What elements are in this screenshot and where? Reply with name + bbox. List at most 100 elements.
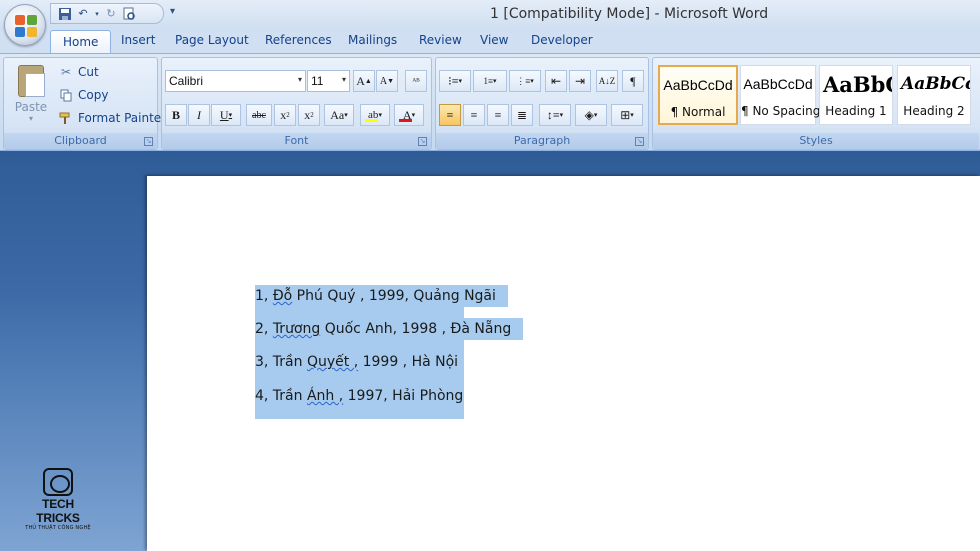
office-button[interactable] (4, 4, 46, 46)
watermark-subtitle: THỦ THUẬT CÔNG NGHỆ (25, 525, 91, 531)
spelling-flag: Trương (272, 321, 321, 337)
paint-bucket-icon: ◈ (584, 107, 594, 122)
bullets-button[interactable]: ⁝≡ ▾ (439, 70, 471, 92)
tab-insert[interactable]: Insert (121, 33, 155, 47)
tab-page-layout[interactable]: Page Layout (175, 33, 249, 47)
borders-button[interactable]: ⊞ ▾ (611, 104, 643, 126)
redo-icon[interactable]: ↻ (103, 6, 119, 22)
title-bar: ↶ ▾ ↻ ▾ 1 [Compatibility Mode] - Microso… (0, 0, 980, 28)
watermark-title: TECH TRICKS (36, 497, 80, 525)
line-rest: Quốc Anh, 1998 , Đà Nẵng (320, 321, 512, 337)
paragraph-dialog-launcher-icon[interactable]: ↘ (635, 137, 644, 146)
paste-dropdown-icon[interactable]: ▾ (10, 114, 52, 123)
superscript-button[interactable]: x2 (298, 104, 320, 126)
font-dialog-launcher-icon[interactable]: ↘ (418, 137, 427, 146)
styles-group-label: Styles (653, 133, 979, 149)
decrease-indent-button[interactable]: ⇤ (545, 70, 567, 92)
spelling-flag: Ánh , (306, 388, 344, 404)
print-preview-icon[interactable] (121, 6, 137, 22)
bold-button[interactable]: B (165, 104, 187, 126)
italic-button[interactable]: I (188, 104, 210, 126)
style-name: ¶ Normal (670, 105, 726, 119)
paste-button[interactable]: Paste ▾ (10, 62, 52, 126)
clipboard-group: Paste ▾ ✂ Cut Copy Format Painter Clipbo… (3, 57, 166, 150)
paintbrush-icon (59, 111, 73, 125)
line-rest: 1997, Hải Phòng (343, 388, 464, 404)
grow-font-button[interactable]: A ▲ (353, 70, 375, 92)
chevron-down-icon: ▾ (341, 75, 346, 84)
align-center-button[interactable]: ≡ (463, 104, 485, 126)
font-color-button[interactable]: A ▾ (394, 104, 424, 126)
align-right-button[interactable]: ≡ (487, 104, 509, 126)
style-sample: AaBbC( (823, 72, 892, 97)
ribbon: Paste ▾ ✂ Cut Copy Format Painter Clipbo… (0, 53, 980, 151)
style-no-spacing[interactable]: AaBbCcDd ¶ No Spacing (740, 65, 821, 125)
chevron-down-icon: ▾ (297, 75, 302, 84)
font-name-dropdown[interactable]: Calibri ▾ (165, 70, 306, 92)
scissors-icon: ✂ (60, 65, 72, 79)
line-prefix: 1, (255, 288, 273, 304)
window-title: 1 [Compatibility Mode] - Microsoft Word (490, 6, 769, 22)
tech-tricks-watermark: TECH TRICKS THỦ THUẬT CÔNG NGHỆ (22, 468, 94, 531)
sort-button[interactable]: A↓Z (596, 70, 618, 92)
document-line-1[interactable]: 1, Đỗ Phú Quý , 1999, Quảng Ngãi (255, 285, 508, 307)
borders-icon: ⊞ (620, 107, 631, 122)
highlight-color-bar (365, 119, 378, 122)
style-sample: AaBbCc (901, 74, 970, 94)
strikethrough-button[interactable]: abc (246, 104, 272, 126)
copy-icon (59, 88, 73, 102)
show-formatting-marks-button[interactable]: ¶ (622, 70, 644, 92)
highlight-button[interactable]: ab ▾ (360, 104, 390, 126)
line-spacing-button[interactable]: ↕≡ ▾ (539, 104, 571, 126)
numbering-button[interactable]: 1≡ ▾ (473, 70, 507, 92)
document-line-4[interactable]: 4, Trần Ánh , 1997, Hải Phòng (255, 385, 463, 407)
tab-review[interactable]: Review (419, 33, 462, 47)
cut-button[interactable]: ✂ Cut (59, 63, 99, 81)
style-name: Heading 1 (825, 104, 887, 118)
document-line-2[interactable]: 2, Trương Quốc Anh, 1998 , Đà Nẵng (255, 318, 524, 340)
font-group-label: Font (162, 133, 431, 149)
shrink-font-button[interactable]: A ▼ (376, 70, 398, 92)
copy-label: Copy (78, 88, 109, 102)
line-rest: 1999 , Hà Nội (358, 354, 459, 370)
undo-dropdown-icon[interactable]: ▾ (93, 6, 101, 22)
format-painter-button[interactable]: Format Painter (59, 109, 166, 127)
font-size-dropdown[interactable]: 11 ▾ (307, 70, 350, 92)
spelling-flag: Quyết , (306, 354, 359, 370)
change-case-button[interactable]: Aa ▾ (324, 104, 354, 126)
tab-mailings[interactable]: Mailings (348, 33, 397, 47)
document-line-3[interactable]: 3, Trần Quyết , 1999 , Hà Nội (255, 351, 458, 373)
multilevel-list-button[interactable]: ⋮≡ ▾ (509, 70, 541, 92)
style-heading-1[interactable]: AaBbC( Heading 1 (819, 65, 893, 125)
tab-view[interactable]: View (480, 33, 508, 47)
copy-button[interactable]: Copy (59, 86, 108, 104)
line-prefix: 2, (255, 321, 273, 337)
tech-tricks-logo-icon (43, 468, 73, 496)
style-name: Heading 2 (903, 104, 965, 118)
line-rest: Phú Quý , 1999, Quảng Ngãi (292, 288, 496, 304)
align-left-button[interactable]: ≡ (439, 104, 461, 126)
tab-developer[interactable]: Developer (531, 33, 593, 47)
save-icon[interactable] (57, 6, 73, 22)
style-heading-2[interactable]: AaBbCc Heading 2 (897, 65, 971, 125)
line-prefix: 4, Trần (255, 388, 307, 404)
paste-label: Paste (14, 100, 48, 114)
customize-qat-icon[interactable]: ▾ (170, 6, 175, 17)
style-name: ¶ No Spacing (741, 104, 821, 118)
clipboard-dialog-launcher-icon[interactable]: ↘ (144, 137, 153, 146)
justify-button[interactable]: ≣ (511, 104, 533, 126)
increase-indent-button[interactable]: ⇥ (569, 70, 591, 92)
tab-references[interactable]: References (265, 33, 332, 47)
cut-label: Cut (78, 65, 99, 79)
style-sample: AaBbCcDd (663, 77, 733, 93)
clear-formatting-icon[interactable]: ᴬᴮ (405, 70, 427, 92)
tab-home[interactable]: Home (50, 30, 112, 55)
underline-button[interactable]: U ▾ (211, 104, 241, 126)
paragraph-group: ⁝≡ ▾ 1≡ ▾ ⋮≡ ▾ ⇤ ⇥ A↓Z ¶ ≡ ≡ ≡ ≣ ↕≡ ▾ ◈ ▾ ⊞ ▾ … (435, 57, 649, 150)
style-normal[interactable]: AaBbCcDd ¶ Normal (658, 65, 738, 125)
undo-icon[interactable]: ↶ (75, 6, 91, 22)
font-size-value: 11 (311, 74, 324, 88)
styles-group: AaBbCcDd ¶ Normal AaBbCcDd ¶ No Spacing … (652, 57, 980, 150)
shading-button[interactable]: ◈ ▾ (575, 104, 607, 126)
subscript-button[interactable]: x2 (274, 104, 296, 126)
